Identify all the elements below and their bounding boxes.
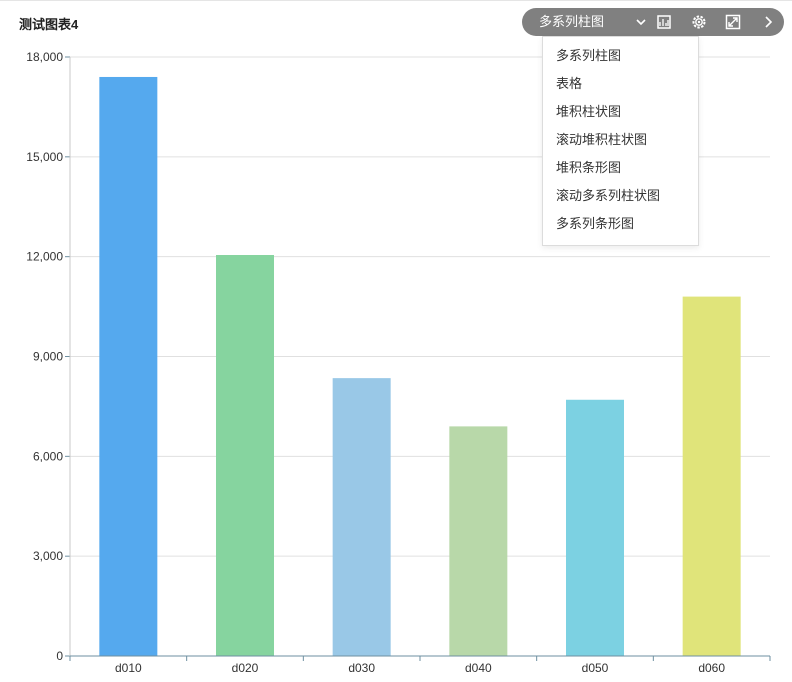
- y-tick-label: 15,000: [26, 150, 63, 164]
- chart-toolbar: 多系列柱图: [522, 8, 784, 36]
- dropdown-item[interactable]: 滚动多系列柱状图: [556, 187, 660, 205]
- y-tick-label: 18,000: [26, 50, 63, 64]
- y-axis-labels: 0 3,000 6,000 9,000 12,000 15,000 18,000: [26, 50, 63, 663]
- dropdown-item[interactable]: 滚动堆积柱状图: [556, 131, 647, 149]
- dropdown-item[interactable]: 多系列柱图: [556, 47, 621, 65]
- y-tick-label: 9,000: [33, 350, 63, 364]
- x-tick-label: d050: [582, 661, 609, 675]
- chevron-down-icon: [636, 19, 646, 26]
- chart-type-dropdown: 多系列柱图 表格 堆积柱状图 滚动堆积柱状图 堆积条形图 滚动多系列柱状图 多系…: [542, 36, 699, 246]
- x-axis-labels: d010 d020 d030 d040 d050 d060: [115, 661, 725, 675]
- bar-d060[interactable]: [682, 296, 741, 656]
- dropdown-item[interactable]: 多系列条形图: [556, 215, 634, 233]
- bar-d030[interactable]: [332, 378, 391, 656]
- bar-d040[interactable]: [449, 426, 508, 656]
- fullscreen-icon[interactable]: [725, 14, 741, 30]
- x-tick-label: d060: [698, 661, 725, 675]
- chevron-right-icon[interactable]: [760, 14, 776, 30]
- bar-d020[interactable]: [216, 255, 274, 656]
- y-tick-label: 6,000: [33, 449, 63, 463]
- chart-type-label: 多系列柱图: [539, 14, 605, 29]
- dropdown-item[interactable]: 堆积条形图: [556, 159, 621, 177]
- x-tick-label: d040: [465, 661, 492, 675]
- x-tick-label: d030: [348, 661, 375, 675]
- y-tick-label: 12,000: [26, 250, 63, 264]
- settings-icon[interactable]: [691, 14, 707, 30]
- y-tick-label: 0: [56, 649, 63, 663]
- chart-type-select[interactable]: 多系列柱图: [539, 8, 646, 36]
- bar-d010[interactable]: [99, 76, 158, 656]
- dropdown-item[interactable]: 堆积柱状图: [556, 103, 621, 121]
- x-tick-label: d020: [232, 661, 259, 675]
- dropdown-item[interactable]: 表格: [556, 75, 582, 93]
- export-image-icon[interactable]: [656, 14, 672, 30]
- x-tick-label: d010: [115, 661, 142, 675]
- bar-d050[interactable]: [566, 399, 624, 656]
- y-tick-label: 3,000: [33, 549, 63, 563]
